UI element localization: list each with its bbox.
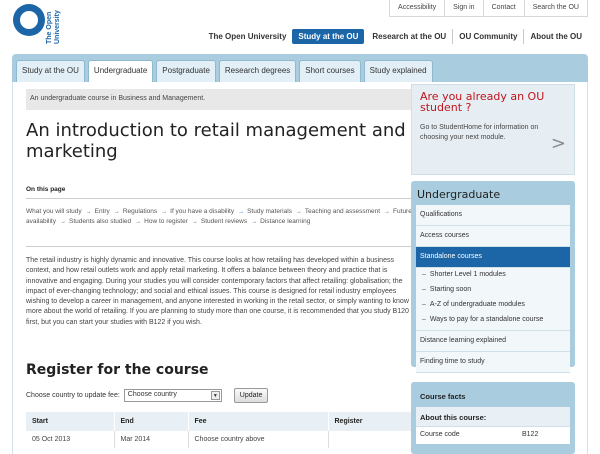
section-tabs: Study at the OU Undergraduate Postgradua… — [12, 54, 588, 82]
side-nav-distance-learning[interactable]: Distance learning explained — [416, 331, 570, 352]
tab-study-explained[interactable]: Study explained — [363, 60, 433, 82]
ou-logo-text: The Open University — [46, 10, 61, 44]
search-link[interactable]: Search the OU — [523, 0, 587, 17]
column-header-start: Start — [26, 412, 115, 431]
register-cell — [328, 431, 412, 448]
toc-link-student-reviews[interactable]: Student reviews — [201, 218, 247, 225]
table-row: 05 Oct 2013 Mar 2014 Choose country abov… — [26, 431, 412, 448]
tab-research-degrees[interactable]: Research degrees — [218, 60, 297, 82]
side-nav-standalone-courses[interactable]: Standalone courses — [416, 247, 570, 268]
side-nav-sub-item[interactable]: – Starting soon — [416, 283, 570, 298]
utility-nav: Accessibility Sign in Contact Search the… — [389, 0, 588, 17]
course-fact-label: Course code — [420, 431, 460, 438]
dash-icon: – — [422, 301, 426, 308]
arrow-icon: → — [113, 209, 120, 215]
update-button[interactable]: Update — [233, 388, 269, 403]
side-nav-sub-item[interactable]: – Ways to pay for a standalone course — [416, 313, 570, 331]
on-this-page-links: What you will study → Entry → Regulations → If… — [26, 207, 412, 227]
country-select-value: Choose country — [127, 391, 177, 398]
course-facts-heading: Course facts — [420, 392, 466, 401]
main-nav: The Open University Study at the OU Rese… — [203, 29, 588, 44]
main-nav-the-ou[interactable]: The Open University — [203, 29, 293, 44]
start-date: 05 Oct 2013 — [26, 431, 115, 448]
on-this-page-heading: On this page — [26, 186, 66, 193]
sign-in-link[interactable]: Sign in — [444, 0, 482, 17]
side-nav-sub-item[interactable]: – Shorter Level 1 modules — [416, 268, 570, 283]
arrow-icon: → — [384, 209, 391, 215]
tab-short-courses[interactable]: Short courses — [299, 60, 361, 82]
chevron-right-icon: > — [550, 133, 566, 154]
course-description: The retail industry is highly dynamic an… — [26, 257, 409, 326]
course-fact-value: B122 — [522, 431, 539, 438]
accessibility-link[interactable]: Accessibility — [390, 0, 444, 17]
dash-icon: – — [422, 286, 426, 293]
arrow-icon: → — [295, 209, 302, 215]
contact-link[interactable]: Contact — [482, 0, 524, 17]
dropdown-arrow-icon: ▼ — [210, 391, 220, 400]
divider — [26, 246, 412, 247]
promo-heading: Are you already an OU student ? — [420, 90, 545, 114]
table-header-row: Start End Fee Register — [26, 412, 412, 431]
main-nav-community[interactable]: OU Community — [452, 29, 523, 44]
arrow-icon: → — [60, 219, 66, 225]
ou-logo[interactable]: The Open University — [13, 4, 65, 44]
toc-link-study-materials[interactable]: Study materials — [247, 208, 292, 215]
toc-link-entry[interactable]: Entry — [95, 208, 110, 215]
arrow-icon: → — [191, 219, 198, 225]
side-nav-finding-time[interactable]: Finding time to study — [416, 352, 570, 373]
register-heading: Register for the course — [26, 362, 209, 378]
column-header-end: End — [114, 412, 189, 431]
toc-link-disability[interactable]: If you have a disability — [170, 208, 234, 215]
dash-icon: – — [422, 271, 426, 278]
toc-link-teaching[interactable]: Teaching and assessment — [305, 208, 380, 215]
tab-study-at-ou[interactable]: Study at the OU — [16, 60, 85, 82]
country-select[interactable]: Choose country ▼ — [123, 389, 222, 402]
presentation-table: Start End Fee Register 05 Oct 2013 Mar 2… — [26, 412, 412, 448]
main-nav-study[interactable]: Study at the OU — [292, 29, 365, 44]
main-nav-about[interactable]: About the OU — [523, 29, 588, 44]
side-nav-access-courses[interactable]: Access courses — [416, 226, 570, 247]
ou-logo-mark — [13, 4, 45, 36]
toc-link-what-you-will-study[interactable]: What you will study — [26, 208, 82, 215]
fee-cell: Choose country above — [188, 431, 329, 448]
end-date: Mar 2014 — [114, 431, 189, 448]
arrow-icon: → — [85, 209, 92, 215]
studenthome-promo[interactable]: Are you already an OU student ? Go to St… — [411, 84, 575, 175]
content-area: An undergraduate course in Business and … — [12, 82, 588, 454]
arrow-icon: → — [161, 209, 168, 215]
divider — [26, 198, 412, 199]
undergraduate-side-nav: Undergraduate Qualifications Access cour… — [411, 181, 575, 373]
side-nav-sub-item[interactable]: – A-Z of undergraduate modules — [416, 298, 570, 313]
promo-text: Go to StudentHome for information on cho… — [420, 124, 539, 141]
page-title: An introduction to retail management and… — [26, 120, 406, 162]
main-nav-research[interactable]: Research at the OU — [366, 29, 452, 44]
tab-postgraduate[interactable]: Postgraduate — [156, 60, 216, 82]
arrow-icon: → — [238, 209, 245, 215]
toc-link-students-also-studied[interactable]: Students also studied — [69, 218, 131, 225]
toc-link-distance-learning[interactable]: Distance learning — [260, 218, 310, 225]
arrow-icon: → — [251, 219, 258, 225]
side-nav-qualifications[interactable]: Qualifications — [416, 205, 570, 226]
arrow-icon: → — [135, 219, 142, 225]
side-nav-heading: Undergraduate — [417, 188, 501, 201]
toc-link-regulations[interactable]: Regulations — [123, 208, 157, 215]
country-selector-row: Choose country to update fee: Choose cou… — [26, 388, 269, 403]
course-fact-row: Course code B122 — [416, 427, 570, 444]
course-facts: Course facts About this course: Course c… — [411, 382, 575, 454]
country-label: Choose country to update fee: — [26, 392, 120, 399]
course-facts-subheading: About this course: — [416, 407, 570, 427]
dash-icon: – — [422, 316, 426, 323]
column-header-fee: Fee — [188, 412, 329, 431]
course-category: An undergraduate course in Business and … — [26, 89, 412, 110]
column-header-register: Register — [328, 412, 412, 431]
toc-link-how-to-register[interactable]: How to register — [144, 218, 188, 225]
tab-undergraduate[interactable]: Undergraduate — [87, 60, 154, 82]
